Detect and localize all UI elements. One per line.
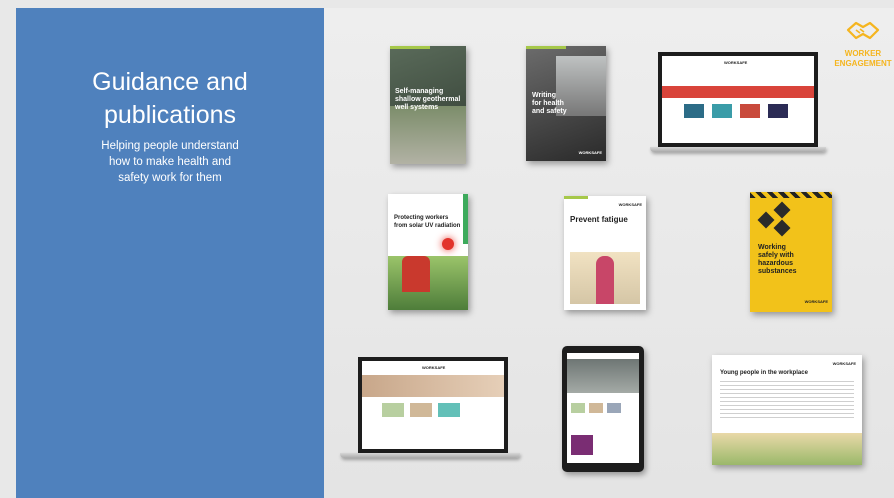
cover-title: Prevent fatigue [570, 215, 628, 224]
cover-photo [390, 106, 466, 164]
sun-graphic [442, 238, 454, 250]
subtitle-line-1: Helping people understand [101, 140, 239, 152]
logo-text-line-2: ENGAGEMENT [834, 59, 892, 68]
brand-logo: WORKSAFE [578, 150, 602, 155]
hazard-diamond [757, 211, 775, 229]
site-tile [589, 403, 603, 413]
site-tile [740, 104, 760, 118]
tablet-screen [567, 353, 639, 463]
publication-solar-uv[interactable]: Protecting workers from solar UV radiati… [388, 194, 468, 310]
brand-logo: WORKSAFE [618, 202, 642, 207]
site-tile [382, 403, 404, 417]
laptop-website-1[interactable]: WORKSAFE [658, 52, 818, 147]
brand-logo: WORKSAFE [832, 361, 856, 366]
cover-title: Young people in the workplace [720, 370, 808, 376]
cover-title: Self-managing shallow geothermal well sy… [395, 88, 461, 111]
slide-title: Guidance and publications [16, 66, 324, 132]
hazard-diamond [773, 219, 791, 237]
slide: Guidance and publications Helping people… [0, 0, 894, 498]
body-text [720, 381, 854, 421]
cover-title: Working safely with hazardous substances [758, 244, 797, 275]
site-tile [684, 104, 704, 118]
site-banner [567, 359, 639, 393]
cover-title: Writing for health and safety [532, 92, 567, 115]
site-tile [768, 104, 788, 118]
brand-logo: WORKSAFE [724, 60, 748, 65]
worker-figure [596, 256, 614, 304]
publication-writing[interactable]: Writing for health and safety WORKSAFE [526, 46, 606, 161]
title-line-2: publications [103, 101, 237, 129]
accent-stripe [463, 194, 468, 244]
accent-bar [564, 196, 588, 199]
site-tile [438, 403, 460, 417]
site-tile [410, 403, 432, 417]
laptop-base [340, 453, 520, 458]
title-line-1: Guidance and [92, 68, 248, 96]
site-tile [571, 435, 593, 455]
worker-engagement-logo: WORKER ENGAGEMENT [834, 18, 892, 69]
subtitle-line-3: safety work for them [118, 172, 222, 184]
publications-collage: WORKER ENGAGEMENT Self-managing shallow … [324, 8, 894, 498]
title-panel: Guidance and publications Helping people… [16, 8, 324, 498]
publication-hazardous-substances[interactable]: Working safely with hazardous substances… [750, 192, 832, 312]
logo-text-line-1: WORKER [844, 49, 882, 58]
worker-figure [402, 256, 430, 292]
slide-subtitle: Helping people understand how to make he… [16, 138, 324, 186]
publication-geothermal[interactable]: Self-managing shallow geothermal well sy… [390, 46, 466, 164]
cover-illustration [712, 433, 862, 465]
site-tile [712, 104, 732, 118]
tablet-website[interactable] [562, 346, 644, 472]
cover-title: Protecting workers from solar UV radiati… [394, 215, 461, 229]
brand-logo: WORKSAFE [422, 365, 446, 370]
site-banner [362, 375, 504, 397]
site-tile [571, 403, 585, 413]
hazard-diamond [773, 201, 791, 219]
publication-prevent-fatigue[interactable]: WORKSAFE Prevent fatigue [564, 196, 646, 310]
site-tile [607, 403, 621, 413]
accent-bar [526, 46, 566, 49]
brand-logo: WORKSAFE [804, 299, 828, 304]
hazard-stripes [750, 192, 832, 198]
accent-bar [390, 46, 430, 49]
site-banner [662, 86, 814, 98]
laptop-website-2[interactable]: WORKSAFE [358, 357, 508, 453]
handshake-icon [846, 21, 880, 40]
subtitle-line-2: how to make health and [108, 156, 232, 168]
laptop-base [650, 147, 826, 152]
publication-young-people[interactable]: WORKSAFE Young people in the workplace [712, 355, 862, 465]
